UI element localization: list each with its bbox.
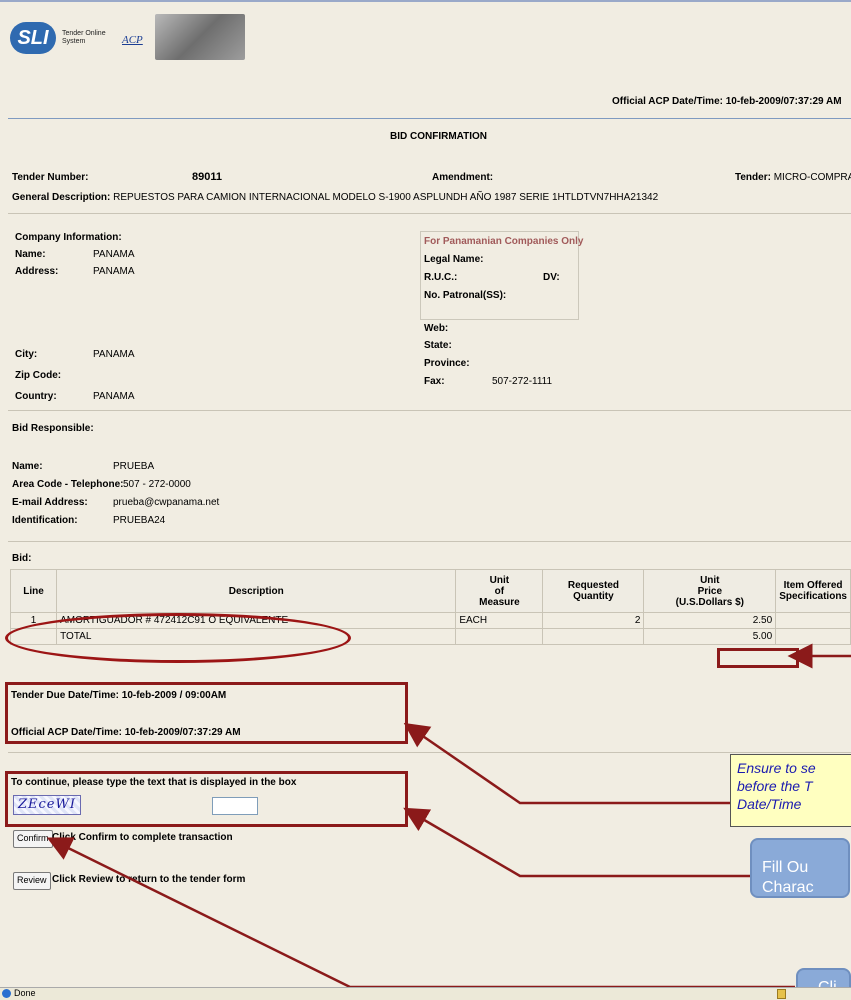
- arrow-to-confirm: [46, 837, 795, 989]
- arrow-to-dates: [403, 722, 735, 805]
- status-bar: Done: [0, 987, 851, 1000]
- callout-ensure: Ensure to se before the T Date/Time: [730, 754, 851, 827]
- callout-fill-out: Fill Ou Charac: [750, 838, 850, 898]
- status-text: Done: [14, 988, 36, 998]
- annotation-arrows: [46, 643, 851, 989]
- ie-icon: [2, 989, 11, 998]
- lock-icon: [777, 989, 786, 999]
- callout-line-3: Date/Time: [737, 796, 802, 812]
- callout-line-1: Ensure to se: [737, 760, 816, 776]
- fill-line-2: Charac: [762, 879, 814, 896]
- arrow-to-captcha: [403, 807, 750, 878]
- callout-line-2: before the T: [737, 778, 813, 794]
- fill-line-1: Fill Ou: [762, 859, 809, 876]
